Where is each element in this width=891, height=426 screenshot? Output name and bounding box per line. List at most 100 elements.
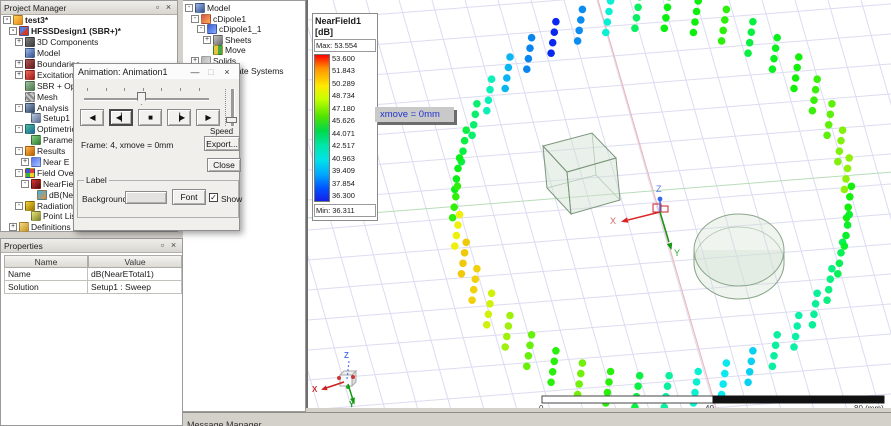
- field-dot: [691, 389, 699, 397]
- pin-icon[interactable]: ▫: [157, 240, 168, 251]
- collapse-icon[interactable]: -: [21, 180, 29, 188]
- close-icon[interactable]: ×: [168, 240, 179, 251]
- pin-icon[interactable]: ▫: [152, 2, 163, 13]
- modeler-viewport[interactable]: XYZXYZ04080 (mm) NearField1 [dB] Max: 53…: [306, 0, 891, 408]
- collapse-icon[interactable]: -: [15, 104, 23, 112]
- field-dot: [693, 8, 701, 16]
- close-button[interactable]: Close: [207, 158, 241, 172]
- field-dot: [664, 4, 672, 12]
- property-value[interactable]: dB(NearETotal1): [88, 268, 182, 281]
- properties-table: NameValueNamedB(NearETotal1)SolutionSetu…: [4, 255, 182, 294]
- field-dot: [453, 175, 461, 183]
- collapse-icon[interactable]: -: [185, 4, 193, 12]
- tree-item-sheets[interactable]: +Sheets: [183, 35, 305, 46]
- frame-slider-track[interactable]: [84, 98, 209, 101]
- frame-status-text: Frame: 4, xmove = 0mm: [81, 140, 173, 150]
- field-dot: [551, 358, 559, 366]
- tree-item-model[interactable]: -Model: [183, 3, 305, 14]
- legend-scale-value: 45.626: [332, 116, 355, 125]
- tree-item-model[interactable]: Model: [1, 48, 177, 59]
- collapse-icon[interactable]: -: [15, 169, 23, 177]
- tree-item-cdipole1[interactable]: -cDipole1: [183, 14, 305, 25]
- collapse-icon[interactable]: -: [15, 125, 23, 133]
- message-manager-bar[interactable]: Message Manager: [183, 412, 891, 426]
- close-icon[interactable]: ×: [219, 67, 235, 77]
- property-name: Name: [4, 268, 88, 281]
- close-icon[interactable]: ×: [163, 2, 174, 13]
- play-forward-button[interactable]: ▶: [196, 109, 220, 126]
- field-legend[interactable]: NearField1 [dB] Max: 53.554 53.60051.843…: [312, 13, 378, 221]
- stop-button[interactable]: ■: [138, 109, 162, 126]
- show-checkbox[interactable]: ✓: [209, 193, 218, 202]
- cylinder-top[interactable]: [694, 214, 784, 286]
- field-dot: [823, 132, 831, 140]
- tree-item-cdipole1-1[interactable]: -cDipole1_1: [183, 24, 305, 35]
- collapse-icon[interactable]: -: [9, 27, 17, 35]
- project-manager-titlebar[interactable]: Project Manager ▫ ×: [1, 1, 177, 15]
- legend-scale-value: 50.289: [332, 79, 355, 88]
- animation-dialog-titlebar[interactable]: Animation: Animation1 — □ ×: [74, 64, 239, 79]
- property-value[interactable]: Setup1 : Sweep: [88, 281, 182, 294]
- legend-scale-values: 53.60051.84350.28948.73447.18045.62644.0…: [330, 54, 355, 200]
- collapse-icon[interactable]: -: [191, 15, 199, 23]
- field-dot: [552, 18, 560, 26]
- expand-icon[interactable]: +: [15, 60, 23, 68]
- step-reverse-button[interactable]: ◀▏: [109, 109, 133, 126]
- tree-item-label: Setup1: [43, 113, 70, 123]
- nearfield-icon: [31, 179, 41, 189]
- field-dot: [636, 372, 644, 380]
- collapse-icon[interactable]: -: [15, 202, 23, 210]
- grid-line: [308, 4, 891, 50]
- expand-icon[interactable]: +: [15, 38, 23, 46]
- frame-slider-thumb[interactable]: [137, 92, 146, 105]
- background-color-button[interactable]: [125, 191, 167, 204]
- collapse-icon[interactable]: -: [3, 16, 11, 24]
- field-dot: [579, 359, 587, 367]
- definitions-icon: [19, 222, 29, 232]
- expand-icon[interactable]: +: [21, 158, 29, 166]
- collapse-icon[interactable]: -: [197, 25, 205, 33]
- tree-item-hfssdesign1-sbr[interactable]: -HFSSDesign1 (SBR+)*: [1, 26, 177, 37]
- dipole-marker[interactable]: [661, 206, 668, 212]
- step-forward-button[interactable]: ▕▶: [167, 109, 191, 126]
- spacer: [203, 46, 211, 54]
- field-dot: [694, 368, 702, 376]
- grid-line: [795, 0, 891, 408]
- field-dot: [828, 265, 836, 273]
- transport-controls: ◀ ◀▏ ■ ▕▶ ▶: [80, 109, 220, 126]
- field-dot: [744, 49, 752, 57]
- field-dot: [694, 0, 702, 5]
- tree-item-move[interactable]: Move: [183, 45, 305, 56]
- field-dot: [488, 290, 496, 298]
- field-dot: [506, 312, 514, 320]
- properties-titlebar[interactable]: Properties ▫ ×: [1, 239, 182, 253]
- expand-icon[interactable]: +: [203, 36, 211, 44]
- animation-annotation-label[interactable]: xmove = 0mm: [375, 107, 454, 122]
- slider-tick: [143, 88, 144, 91]
- field-dot: [470, 286, 478, 294]
- field-dot: [790, 343, 798, 351]
- modeler-canvas[interactable]: XYZXYZ04080 (mm): [308, 0, 891, 408]
- slider-tick: [124, 88, 125, 91]
- animation-dialog[interactable]: Animation: Animation1 — □ × ◀◀▏■▕▶▶ Spee…: [73, 63, 240, 231]
- property-row[interactable]: SolutionSetup1 : Sweep: [4, 281, 182, 294]
- field-dot: [812, 86, 820, 94]
- export-button[interactable]: Export...: [204, 136, 240, 151]
- expand-icon[interactable]: +: [15, 71, 23, 79]
- tree-item-3d-components[interactable]: +3D Components: [1, 37, 177, 48]
- field-dot: [605, 378, 613, 386]
- property-row[interactable]: NamedB(NearETotal1): [4, 268, 182, 281]
- play-reverse-button[interactable]: ◀: [80, 109, 104, 126]
- font-button[interactable]: Font: [172, 189, 206, 205]
- field-dot: [792, 74, 800, 82]
- properties-panel: Properties ▫ × NameValueNamedB(NearETota…: [0, 238, 183, 426]
- field-dot: [631, 25, 639, 33]
- expand-icon[interactable]: +: [9, 223, 17, 231]
- excitations-icon: [25, 70, 35, 80]
- collapse-icon[interactable]: -: [15, 147, 23, 155]
- minimize-icon[interactable]: —: [187, 67, 203, 77]
- speed-slider-thumb[interactable]: [226, 117, 237, 123]
- field-dot: [574, 37, 582, 45]
- field-dot: [468, 132, 476, 140]
- tree-item-test3[interactable]: -test3*: [1, 15, 177, 26]
